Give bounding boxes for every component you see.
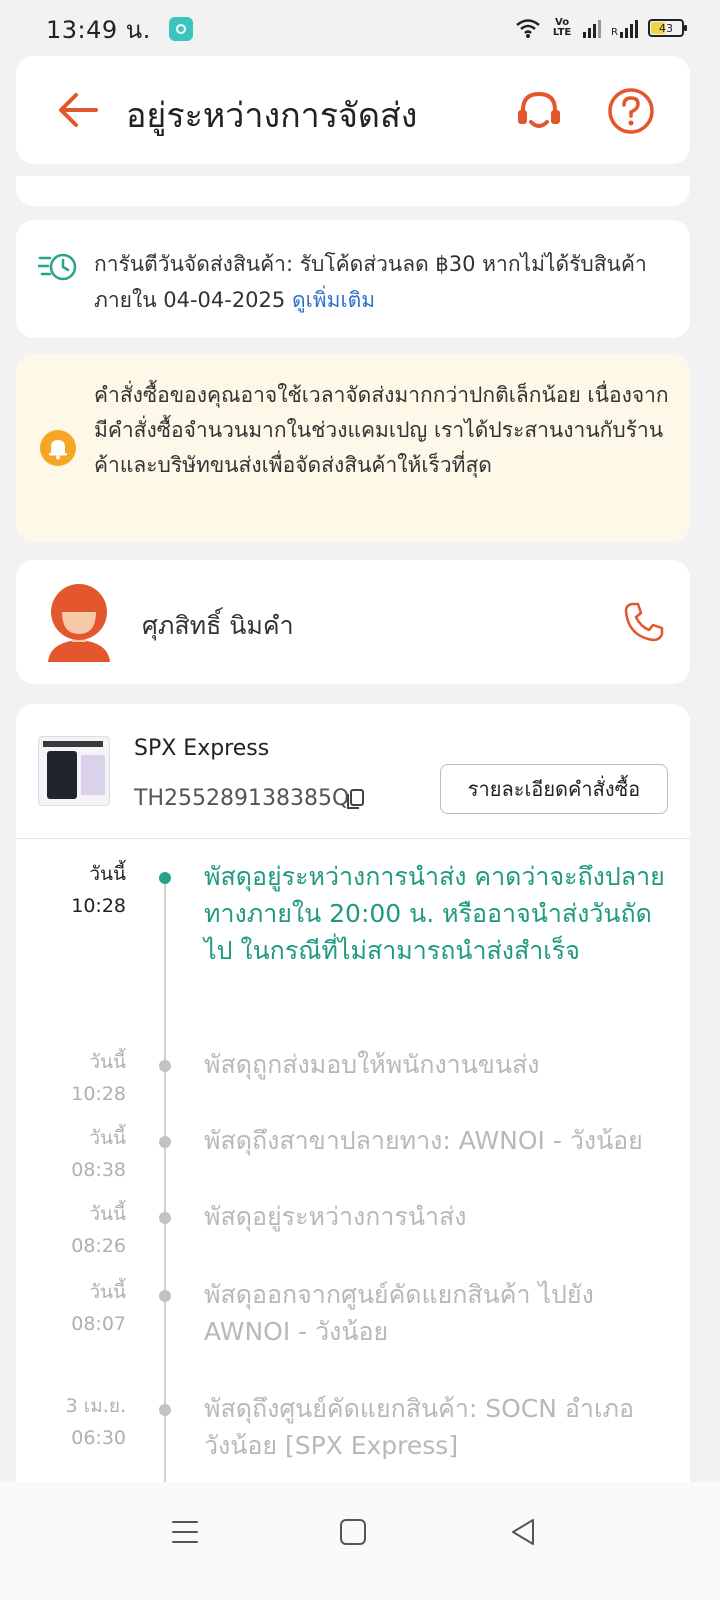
help-circle-icon[interactable] xyxy=(606,86,656,136)
page-title: อยู่ระหว่างการจัดส่ง xyxy=(126,96,418,136)
event-time: 3 เม.ย. 06:30 xyxy=(65,1395,126,1449)
tracking-card: SPX Express TH255289138385Q รายละเอียดคำ… xyxy=(16,704,690,1516)
event-time: วันนี้ 08:38 xyxy=(71,1127,126,1181)
arrow-left-icon[interactable] xyxy=(54,86,102,134)
battery-icon: 43 xyxy=(648,19,687,37)
event-text: พัสดุถูกส่งมอบให้พนักงานขนส่ง xyxy=(204,1050,540,1079)
timeline-line xyxy=(164,876,166,1516)
home-icon[interactable] xyxy=(333,1512,373,1552)
event-time: วันนี้ 08:26 xyxy=(71,1203,126,1257)
status-indicators: Vo LTE R 43 xyxy=(515,17,687,38)
system-nav-bar xyxy=(0,1482,720,1600)
timeline-dot xyxy=(159,1136,171,1148)
event-text: พัสดุถึงสาขาปลายทาง: AWNOI - วังน้อย xyxy=(204,1126,643,1155)
timeline-dot xyxy=(159,1060,171,1072)
product-thumbnail xyxy=(38,736,110,806)
delivery-guarantee-card[interactable]: การันตีวันจัดส่งสินค้า: รับโค้ดส่วนลด ฿3… xyxy=(16,220,690,338)
carrier-name: SPX Express xyxy=(134,736,270,761)
event-text: พัสดุอยู่ระหว่างการนำส่ง คาดว่าจะถึงปลาย… xyxy=(204,862,665,965)
guarantee-text: การันตีวันจัดส่งสินค้า: รับโค้ดส่วนลด ฿3… xyxy=(94,246,654,318)
event-text: พัสดุออกจากศูนย์คัดแยกสินค้า ไปยัง AWNOI… xyxy=(204,1280,594,1346)
event-text: พัสดุถึงศูนย์คัดแยกสินค้า: SOCN อำเภอวัง… xyxy=(204,1394,635,1460)
status-bar: 13:49 น. Vo LTE R 43 xyxy=(0,0,720,58)
order-detail-button[interactable]: รายละเอียดคำสั่งซื้อ xyxy=(440,764,668,814)
battery-level: 43 xyxy=(659,21,673,35)
divider xyxy=(16,838,690,839)
event-time: วันนี้ 10:28 xyxy=(71,863,126,917)
driver-avatar xyxy=(48,584,110,662)
fast-clock-icon xyxy=(38,253,77,281)
event-time: วันนี้ 08:07 xyxy=(71,1281,126,1335)
status-time: 13:49 น. xyxy=(46,15,151,44)
event-time: วันนี้ 10:28 xyxy=(71,1051,126,1105)
tracking-number: TH255289138385Q xyxy=(134,786,350,811)
phone-icon[interactable] xyxy=(622,600,666,644)
driver-name: ศุภสิทธิ์ นิมคำ xyxy=(142,611,294,640)
wifi-icon xyxy=(516,19,540,38)
back-triangle-icon[interactable] xyxy=(503,1512,543,1552)
driver-card: ศุภสิทธิ์ นิมคำ xyxy=(16,560,690,684)
collapsed-card xyxy=(16,176,690,206)
headset-icon[interactable] xyxy=(513,86,565,138)
menu-icon[interactable] xyxy=(165,1512,205,1552)
volte-icon: Vo LTE xyxy=(552,17,572,38)
notice-text: คำสั่งซื้อของคุณอาจใช้เวลาจัดส่งมากกว่าป… xyxy=(94,383,669,477)
timeline-dot xyxy=(159,1212,171,1224)
roaming-label: R xyxy=(611,27,618,38)
delay-notice-card: คำสั่งซื้อของคุณอาจใช้เวลาจัดส่งมากกว่าป… xyxy=(16,354,690,542)
timeline-dot xyxy=(159,1404,171,1416)
app-notification-icon xyxy=(168,17,193,41)
header: อยู่ระหว่างการจัดส่ง xyxy=(16,56,690,164)
bell-icon xyxy=(40,430,76,466)
signal-2-icon xyxy=(620,18,638,38)
signal-icon xyxy=(583,18,602,38)
copy-icon[interactable] xyxy=(344,788,366,810)
event-text: พัสดุอยู่ระหว่างการนำส่ง xyxy=(204,1202,467,1231)
timeline-dot xyxy=(159,872,171,884)
see-more-link[interactable]: ดูเพิ่มเติม xyxy=(292,288,375,312)
timeline-dot xyxy=(159,1290,171,1302)
